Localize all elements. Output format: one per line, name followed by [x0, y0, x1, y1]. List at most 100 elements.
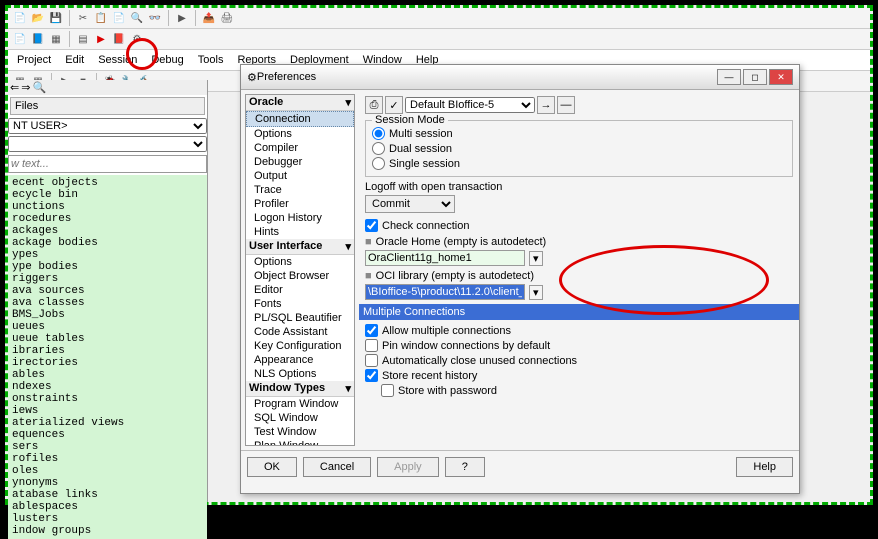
apply-button[interactable]: Apply	[377, 457, 439, 477]
object-item[interactable]: onstraints	[10, 393, 205, 405]
nav-back-icon[interactable]: ⇐	[10, 81, 19, 94]
object-item[interactable]: ackage bodies	[10, 237, 205, 249]
oracle-home-input[interactable]	[365, 250, 525, 266]
object-item[interactable]: ype bodies	[10, 261, 205, 273]
object-item[interactable]: irectories	[10, 357, 205, 369]
run-icon[interactable]: ▶	[174, 10, 190, 26]
object-item[interactable]: sers	[10, 441, 205, 453]
tree-item[interactable]: Profiler	[246, 197, 354, 211]
single-session-radio[interactable]	[372, 157, 385, 170]
object-item[interactable]: ackages	[10, 225, 205, 237]
tree-item[interactable]: Program Window	[246, 397, 354, 411]
store-checkbox[interactable]	[365, 369, 378, 382]
find-icon[interactable]: 🔍	[129, 10, 145, 26]
cut-icon[interactable]: ✂	[75, 10, 91, 26]
check-connection-checkbox[interactable]	[365, 219, 378, 232]
book-icon[interactable]: 📘	[30, 31, 46, 47]
open-icon[interactable]: 📂	[30, 10, 46, 26]
oci-input[interactable]	[365, 284, 525, 300]
object-list[interactable]: ecent objectsecycle binunctionsrocedures…	[8, 175, 207, 539]
object-item[interactable]: equences	[10, 429, 205, 441]
maximize-button[interactable]: ◻	[743, 69, 767, 85]
dual-session-radio[interactable]	[372, 142, 385, 155]
object-item[interactable]: lusters	[10, 513, 205, 525]
tree-item[interactable]: Trace	[246, 183, 354, 197]
menu-session[interactable]: Session	[93, 52, 142, 68]
ok-button[interactable]: OK	[247, 457, 297, 477]
tree-item[interactable]: Options	[246, 255, 354, 269]
nav-fwd-icon[interactable]: ⇒	[21, 81, 30, 94]
minimize-button[interactable]: —	[717, 69, 741, 85]
tree-item[interactable]: Logon History	[246, 211, 354, 225]
tree-category[interactable]: Window Types▾	[246, 381, 354, 397]
help-button[interactable]: Help	[736, 457, 793, 477]
storepw-checkbox[interactable]	[381, 384, 394, 397]
nav-find-icon[interactable]: 🔍	[32, 81, 46, 94]
tree-item[interactable]: Options	[246, 127, 354, 141]
schema-combo[interactable]: NT USER>	[8, 118, 207, 134]
filter-combo[interactable]	[8, 136, 207, 152]
logoff-combo[interactable]: Commit	[365, 195, 455, 213]
tree-item[interactable]: Fonts	[246, 297, 354, 311]
tree-item[interactable]: Plan Window	[246, 439, 354, 446]
cube-icon[interactable]: ▦	[48, 31, 64, 47]
gear-icon[interactable]: ⚙	[129, 31, 145, 47]
export-icon[interactable]: 📤	[201, 10, 217, 26]
preferences-tree[interactable]: Oracle▾ConnectionOptionsCompilerDebugger…	[245, 94, 355, 446]
tree-item[interactable]: Editor	[246, 283, 354, 297]
object-item[interactable]: iews	[10, 405, 205, 417]
tree-item[interactable]: PL/SQL Beautifier	[246, 311, 354, 325]
object-item[interactable]: ava classes	[10, 297, 205, 309]
tree-item[interactable]: NLS Options	[246, 367, 354, 381]
object-item[interactable]: ueues	[10, 321, 205, 333]
tree-item[interactable]: Object Browser	[246, 269, 354, 283]
print-icon[interactable]: 🖨	[219, 10, 235, 26]
preset-go[interactable]: →	[537, 96, 555, 114]
tree-item[interactable]: Connection	[246, 111, 354, 127]
grid-icon[interactable]: ▤	[75, 31, 91, 47]
allow-multi-checkbox[interactable]	[365, 324, 378, 337]
object-item[interactable]: ecycle bin	[10, 189, 205, 201]
object-item[interactable]: ablespaces	[10, 501, 205, 513]
new-icon[interactable]: 📄	[12, 10, 28, 26]
cancel-button[interactable]: Cancel	[303, 457, 371, 477]
copy-icon[interactable]: 📋	[93, 10, 109, 26]
object-item[interactable]: aterialized views	[10, 417, 205, 429]
menu-tools[interactable]: Tools	[193, 52, 229, 68]
object-item[interactable]: riggers	[10, 273, 205, 285]
menu-debug[interactable]: Debug	[146, 52, 188, 68]
object-item[interactable]: ava sources	[10, 285, 205, 297]
autoclose-checkbox[interactable]	[365, 354, 378, 367]
preset-btn1[interactable]: ⎙	[365, 96, 383, 114]
doc-icon[interactable]: 📄	[12, 31, 28, 47]
help-icon-button[interactable]: ?	[445, 457, 485, 477]
tree-item[interactable]: Appearance	[246, 353, 354, 367]
object-item[interactable]: ypes	[10, 249, 205, 261]
paste-icon[interactable]: 📄	[111, 10, 127, 26]
preset-combo[interactable]: Default BIoffice-5	[405, 97, 535, 113]
object-item[interactable]: ynonyms	[10, 477, 205, 489]
save-icon[interactable]: 💾	[48, 10, 64, 26]
tree-item[interactable]: Compiler	[246, 141, 354, 155]
object-item[interactable]: rocedures	[10, 213, 205, 225]
preset-del[interactable]: —	[557, 96, 575, 114]
pin-checkbox[interactable]	[365, 339, 378, 352]
object-item[interactable]: ecent objects	[10, 177, 205, 189]
tree-category[interactable]: Oracle▾	[246, 95, 354, 111]
preset-btn2[interactable]: ✓	[385, 96, 403, 114]
tree-item[interactable]: Key Configuration	[246, 339, 354, 353]
tree-item[interactable]: Debugger	[246, 155, 354, 169]
menu-edit[interactable]: Edit	[60, 52, 89, 68]
filter-input[interactable]	[8, 155, 207, 173]
close-button[interactable]: ✕	[769, 69, 793, 85]
menu-project[interactable]: Project	[12, 52, 56, 68]
tree-item[interactable]: Test Window	[246, 425, 354, 439]
object-item[interactable]: rofiles	[10, 453, 205, 465]
object-item[interactable]: ueue tables	[10, 333, 205, 345]
pdf-icon[interactable]: 📕	[111, 31, 127, 47]
youtube-icon[interactable]: ▶	[93, 31, 109, 47]
object-item[interactable]: unctions	[10, 201, 205, 213]
object-item[interactable]: BMS_Jobs	[10, 309, 205, 321]
binoculars-icon[interactable]: 👓	[147, 10, 163, 26]
tree-item[interactable]: Hints	[246, 225, 354, 239]
